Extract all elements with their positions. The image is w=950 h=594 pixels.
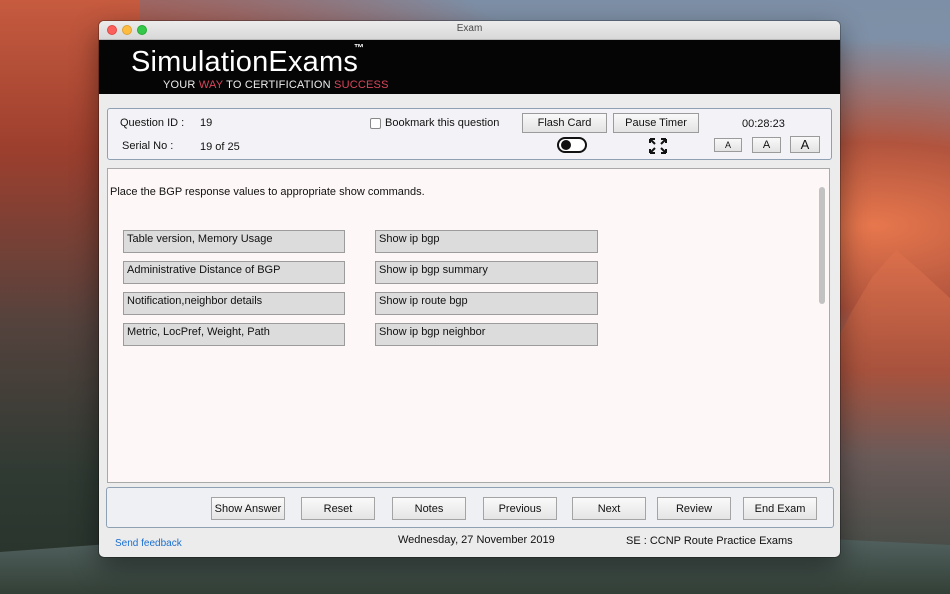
font-size-large-button[interactable]: A (790, 136, 820, 153)
flash-card-button[interactable]: Flash Card (522, 113, 607, 133)
question-id-value: 19 (200, 117, 213, 129)
brand-banner: SimulationExams ™ YOUR WAY TO CERTIFICAT… (99, 40, 840, 94)
font-size-medium-button[interactable]: A (752, 137, 781, 153)
bookmark-checkbox-box[interactable] (370, 117, 381, 129)
tagline-part: SUCCESS (334, 79, 389, 91)
reset-button[interactable]: Reset (301, 497, 375, 520)
review-button[interactable]: Review (657, 497, 731, 520)
bookmark-label: Bookmark this question (385, 117, 500, 129)
drop-target-right[interactable]: Show ip bgp summary (375, 261, 598, 284)
drop-target-right[interactable]: Show ip bgp (375, 230, 598, 253)
font-size-small-button[interactable]: A (714, 138, 742, 152)
notes-button[interactable]: Notes (392, 497, 466, 520)
brand-tagline: YOUR WAY TO CERTIFICATION SUCCESS (163, 79, 389, 91)
tagline-part: TO CERTIFICATION (223, 79, 335, 91)
serial-no-value: 19 of 25 (200, 141, 240, 153)
current-date: Wednesday, 27 November 2019 (398, 534, 555, 546)
next-button[interactable]: Next (572, 497, 646, 520)
drag-item-left[interactable]: Administrative Distance of BGP (123, 261, 345, 284)
pause-timer-button[interactable]: Pause Timer (613, 113, 699, 133)
drop-target-right[interactable]: Show ip route bgp (375, 292, 598, 315)
title-bar: Exam (99, 21, 840, 40)
question-text: Place the BGP response values to appropr… (110, 186, 425, 198)
tagline-part: WAY (198, 79, 224, 91)
exam-window: Exam SimulationExams ™ YOUR WAY TO CERTI… (99, 21, 840, 557)
drop-target-right[interactable]: Show ip bgp neighbor (375, 323, 598, 346)
tagline-part: YOUR (163, 79, 199, 91)
show-answer-button[interactable]: Show Answer (211, 497, 285, 520)
flash-card-toggle[interactable] (557, 137, 587, 153)
exam-name: SE : CCNP Route Practice Exams (626, 535, 793, 547)
question-content-panel: Place the BGP response values to appropr… (107, 168, 830, 483)
question-info-panel: Question ID : 19 Serial No : 19 of 25 Bo… (107, 108, 832, 160)
content-scrollbar[interactable] (819, 187, 825, 304)
drag-item-left[interactable]: Notification,neighbor details (123, 292, 345, 315)
question-id-label: Question ID : (120, 117, 185, 129)
serial-no-label: Serial No : (122, 140, 174, 152)
bookmark-checkbox[interactable]: Bookmark this question (370, 117, 499, 129)
fullscreen-expand-icon[interactable] (649, 138, 667, 154)
action-bar: Show Answer Reset Notes Previous Next Re… (106, 487, 834, 528)
toggle-knob (561, 140, 571, 150)
brand-trademark: ™ (354, 43, 364, 54)
brand-logo-text: SimulationExams (131, 46, 359, 78)
previous-button[interactable]: Previous (483, 497, 557, 520)
drag-item-left[interactable]: Table version, Memory Usage (123, 230, 345, 253)
end-exam-button[interactable]: End Exam (743, 497, 817, 520)
exam-timer: 00:28:23 (742, 118, 785, 130)
window-title: Exam (456, 23, 483, 34)
send-feedback-link[interactable]: Send feedback (115, 538, 182, 549)
drag-item-left[interactable]: Metric, LocPref, Weight, Path (123, 323, 345, 346)
